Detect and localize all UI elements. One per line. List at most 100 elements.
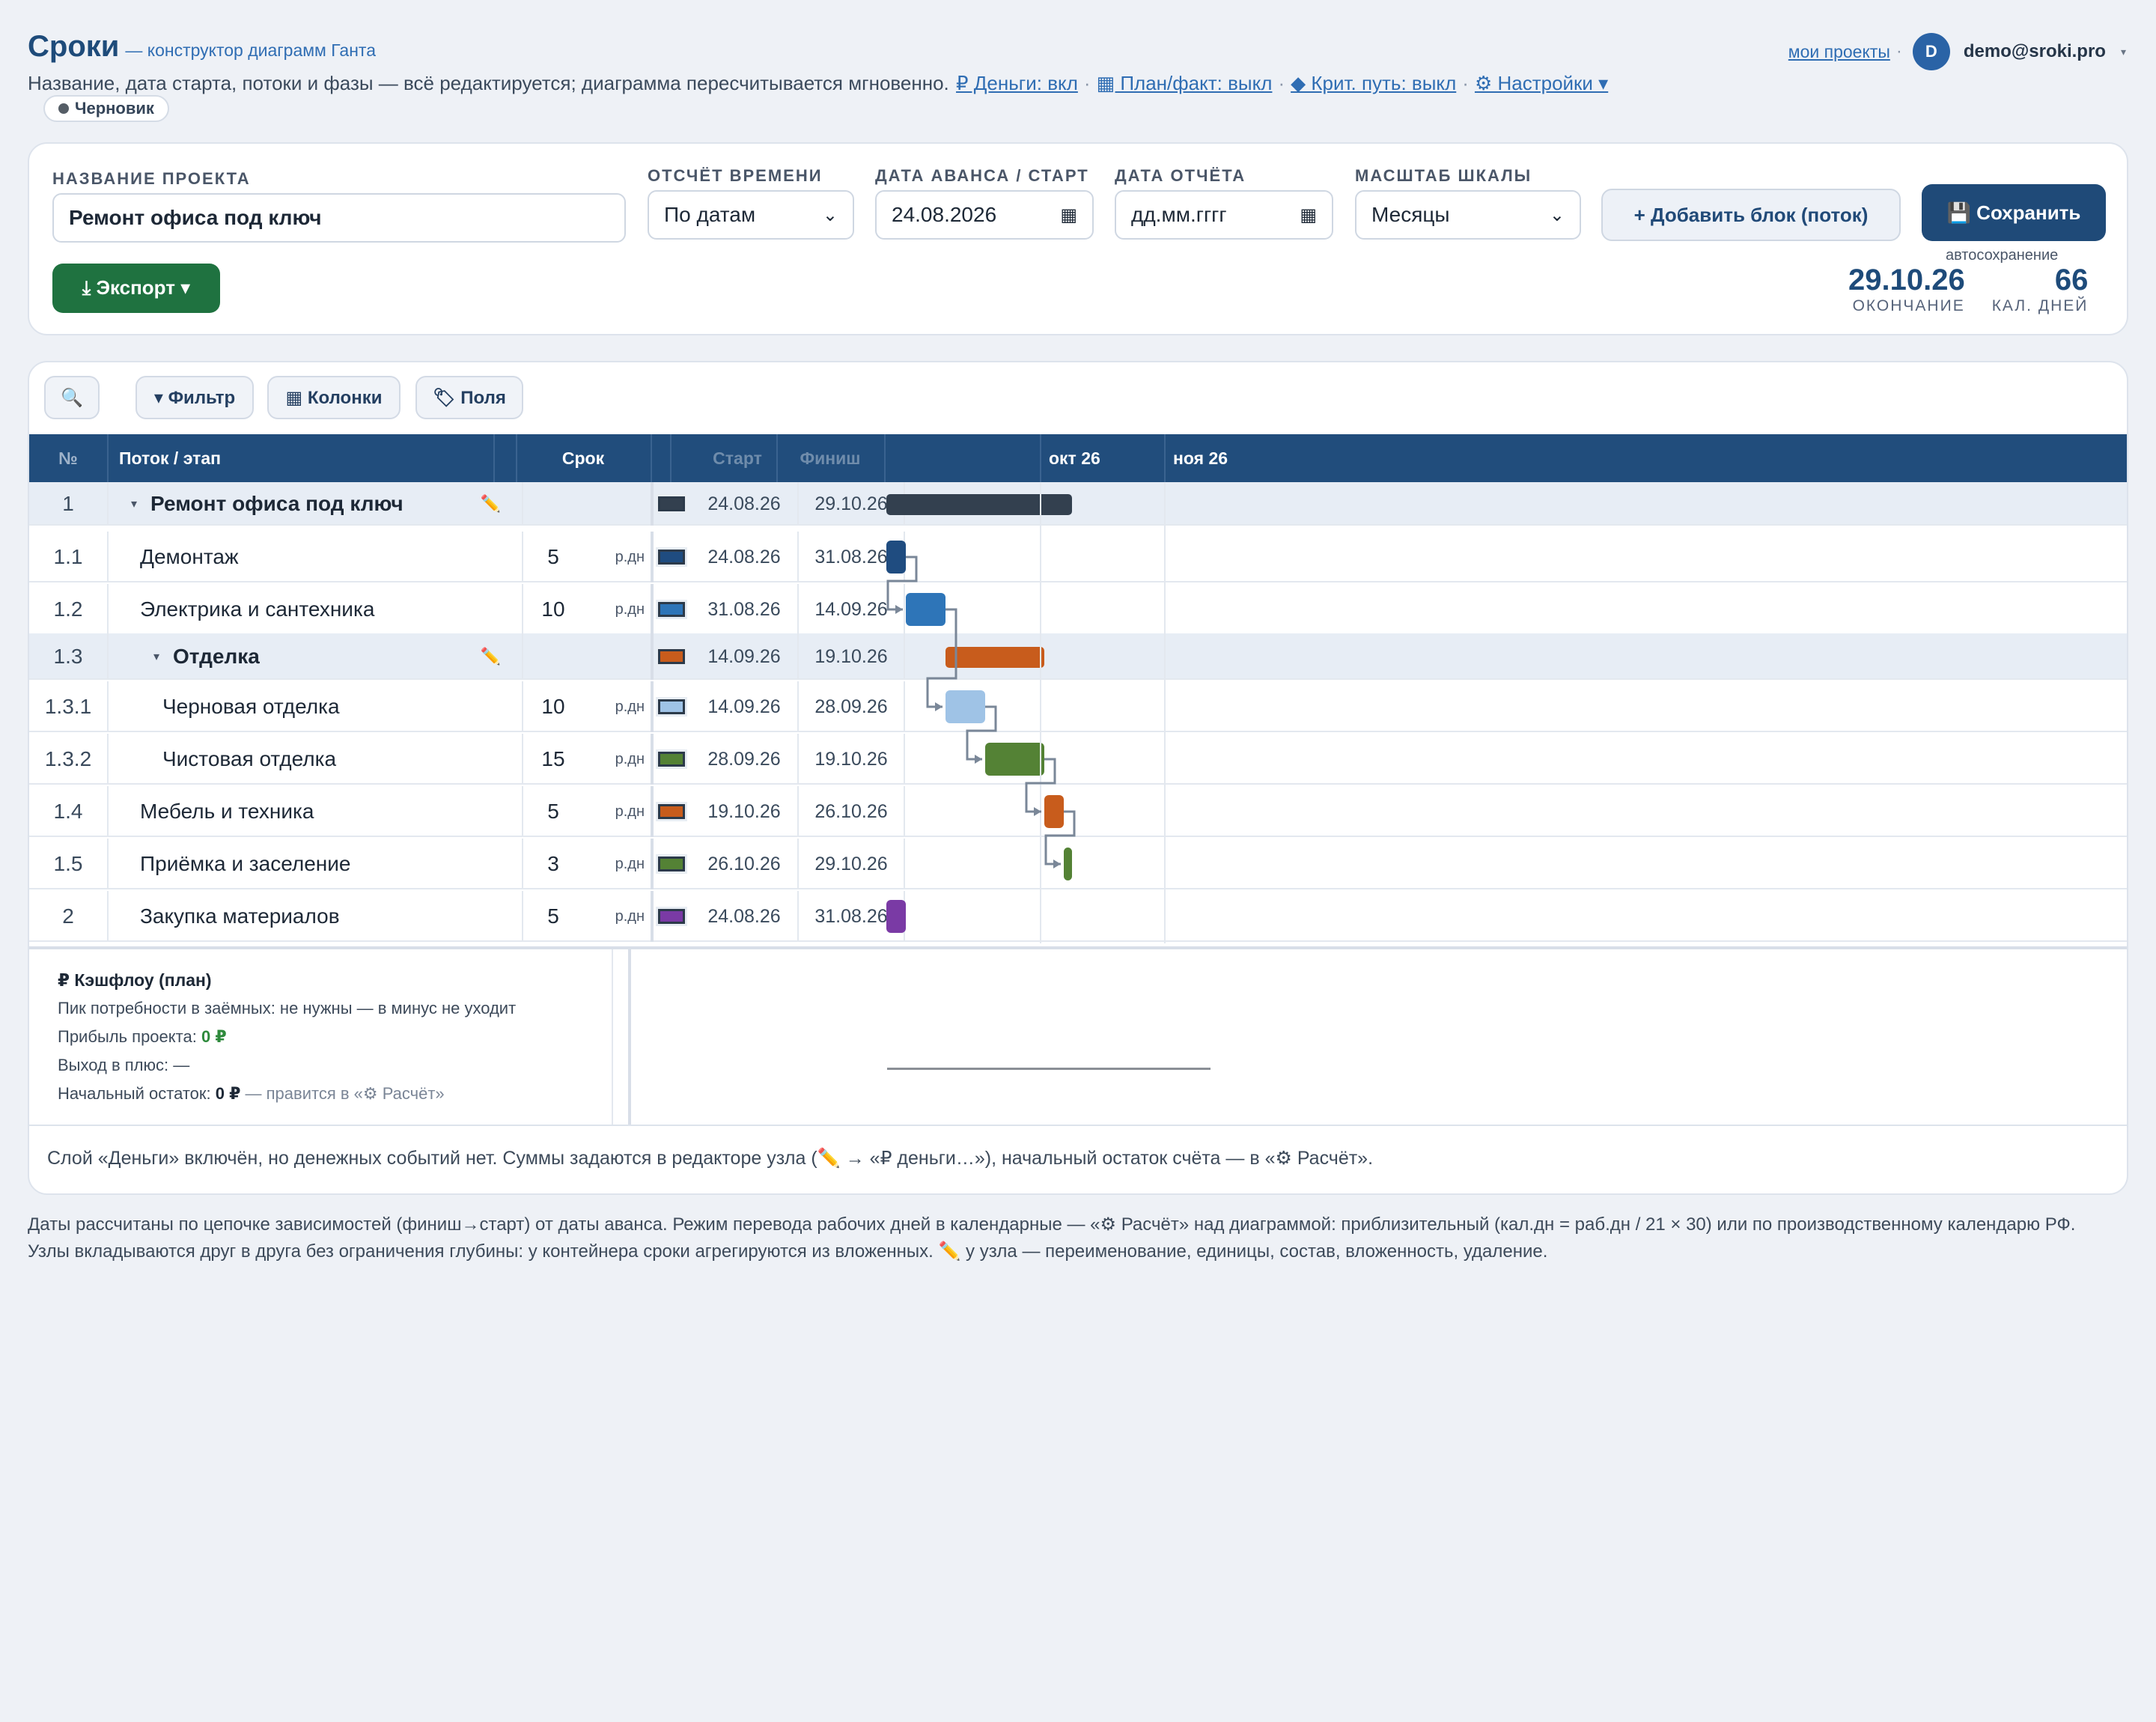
edit-icon[interactable]: ✏️ bbox=[481, 647, 501, 666]
row-start: 14.09.26 bbox=[707, 645, 781, 667]
save-button[interactable]: 💾 Сохранить bbox=[1922, 184, 2106, 241]
status-dot-icon bbox=[58, 103, 69, 114]
task-bar[interactable] bbox=[886, 541, 906, 574]
user-email[interactable]: demo@sroki.pro bbox=[1964, 41, 2106, 62]
add-block-button[interactable]: + Добавить блок (поток) bbox=[1601, 189, 1901, 241]
row-name-cell[interactable]: Электрика и сантехника bbox=[107, 584, 523, 635]
row-number: 1.3.1 bbox=[44, 695, 92, 718]
my-projects-link[interactable]: мои проекты bbox=[1788, 42, 1890, 62]
color-swatch[interactable] bbox=[656, 647, 687, 666]
search-button[interactable]: 🔍 bbox=[44, 376, 100, 419]
avatar[interactable]: D bbox=[1912, 33, 1950, 70]
row-name-cell[interactable]: Мебель и техника bbox=[107, 786, 523, 837]
row-name-cell[interactable]: Закупка материалов bbox=[107, 891, 523, 942]
cashflow-summary: ₽ Кэшфлоу (план) Пик потребности в заёмн… bbox=[58, 966, 516, 1108]
header-finish[interactable]: Финиш bbox=[776, 434, 884, 482]
row-name-cell[interactable]: ▾ Ремонт офиса под ключ ✏️ bbox=[107, 482, 523, 526]
row-color-cell[interactable] bbox=[651, 633, 689, 680]
color-swatch[interactable] bbox=[656, 600, 687, 619]
gantt-card: 🔍 ▾ Фильтр ▦ Колонки 🏷 Поля № Поток / эт… bbox=[28, 361, 2128, 1195]
row-color-cell[interactable] bbox=[651, 532, 689, 582]
task-row[interactable]: 2 Закупка материалов 5 р.дн 24.08.26 31.08.26 bbox=[29, 891, 2127, 942]
row-name-cell[interactable]: Демонтаж bbox=[107, 532, 523, 582]
row-duration[interactable]: 5 bbox=[523, 532, 583, 582]
row-color-cell[interactable] bbox=[651, 839, 689, 889]
export-button[interactable]: ⤓ Экспорт ▾ bbox=[52, 264, 220, 313]
summary-bar[interactable] bbox=[945, 647, 1044, 668]
task-bar[interactable] bbox=[985, 743, 1044, 776]
row-duration[interactable] bbox=[523, 633, 583, 680]
group-row[interactable]: 1 ▾ Ремонт офиса под ключ ✏️ 24.08.26 29.10.2… bbox=[29, 482, 2127, 526]
row-unit bbox=[583, 482, 649, 526]
row-duration[interactable]: 10 bbox=[523, 681, 583, 732]
task-row[interactable]: 1.4 Мебель и техника 5 р.дн 19.10.26 26.10.26 bbox=[29, 786, 2127, 837]
cashflow-line bbox=[887, 1068, 1211, 1070]
row-duration[interactable]: 5 bbox=[523, 891, 583, 942]
task-row[interactable]: 1.3.1 Черновая отделка 10 р.дн 14.09.26 28.09… bbox=[29, 681, 2127, 732]
scale-select[interactable]: Месяцы ⌄ bbox=[1355, 190, 1581, 240]
row-name-cell[interactable]: Приёмка и заселение bbox=[107, 839, 523, 889]
row-duration[interactable] bbox=[523, 482, 583, 526]
collapse-toggle-icon[interactable]: ▾ bbox=[153, 649, 159, 664]
row-color-cell[interactable] bbox=[651, 891, 689, 942]
collapse-toggle-icon[interactable]: ▾ bbox=[131, 496, 137, 511]
columns-button[interactable]: ▦ Колонки bbox=[267, 376, 401, 419]
time-mode-select[interactable]: По датам ⌄ bbox=[648, 190, 854, 240]
filter-button[interactable]: ▾ Фильтр bbox=[135, 376, 254, 419]
header-name[interactable]: Поток / этап bbox=[119, 434, 221, 482]
scale-label: МАСШТАБ ШКАЛЫ bbox=[1355, 166, 1532, 185]
settings-menu[interactable]: ⚙ Настройки ▾ bbox=[1475, 72, 1608, 94]
calendar-icon[interactable]: ▦ bbox=[1300, 204, 1317, 226]
color-swatch[interactable] bbox=[656, 907, 687, 926]
row-finish: 19.10.26 bbox=[797, 633, 905, 680]
calendar-icon[interactable]: ▦ bbox=[1060, 204, 1077, 226]
start-date-input[interactable]: 24.08.2026 ▦ bbox=[875, 190, 1094, 240]
edit-icon[interactable]: ✏️ bbox=[481, 494, 501, 514]
fields-button[interactable]: 🏷 Поля bbox=[415, 376, 523, 419]
row-start: 31.08.26 bbox=[707, 598, 781, 620]
row-color-cell[interactable] bbox=[651, 584, 689, 635]
row-duration[interactable]: 10 bbox=[523, 584, 583, 635]
task-row[interactable]: 1.2 Электрика и сантехника 10 р.дн 31.08.26 1… bbox=[29, 584, 2127, 635]
row-name-cell[interactable]: Черновая отделка bbox=[107, 681, 523, 732]
summary-bar[interactable] bbox=[886, 494, 1072, 515]
money-toggle[interactable]: ₽ Деньги: вкл bbox=[956, 72, 1078, 94]
task-bar[interactable] bbox=[886, 900, 906, 933]
cashflow-note: Слой «Деньги» включён, но денежных событ… bbox=[47, 1148, 1374, 1169]
row-unit: р.дн bbox=[615, 698, 645, 715]
report-date-input[interactable]: дд.мм.гггг ▦ bbox=[1115, 190, 1333, 240]
row-start: 28.09.26 bbox=[707, 748, 781, 770]
color-swatch[interactable] bbox=[656, 494, 687, 514]
header-subtitle: Название, дата старта, потоки и фазы — в… bbox=[28, 72, 949, 94]
row-duration[interactable]: 3 bbox=[523, 839, 583, 889]
task-row[interactable]: 1.5 Приёмка и заселение 3 р.дн 26.10.26 29.10… bbox=[29, 839, 2127, 889]
row-name: Отделка bbox=[173, 645, 260, 668]
color-swatch[interactable] bbox=[656, 697, 687, 717]
plan-fact-toggle[interactable]: ▦ План/факт: выкл bbox=[1097, 72, 1273, 94]
project-name-input[interactable]: Ремонт офиса под ключ bbox=[52, 193, 626, 243]
row-color-cell[interactable] bbox=[651, 734, 689, 785]
task-row[interactable]: 1.1 Демонтаж 5 р.дн 24.08.26 31.08.26 bbox=[29, 532, 2127, 582]
row-color-cell[interactable] bbox=[651, 482, 689, 526]
task-bar[interactable] bbox=[1044, 795, 1064, 828]
chevron-down-icon[interactable]: ▾ bbox=[2121, 46, 2126, 58]
task-bar[interactable] bbox=[1064, 848, 1072, 880]
task-row[interactable]: 1.3.2 Чистовая отделка 15 р.дн 28.09.26 19.10… bbox=[29, 734, 2127, 785]
color-swatch[interactable] bbox=[656, 802, 687, 821]
task-bar[interactable] bbox=[945, 690, 985, 723]
row-duration[interactable]: 15 bbox=[523, 734, 583, 785]
color-swatch[interactable] bbox=[656, 547, 687, 567]
row-duration[interactable]: 5 bbox=[523, 786, 583, 837]
start-date-label: ДАТА АВАНСА / СТАРТ bbox=[875, 166, 1089, 185]
row-name-cell[interactable]: ▾ Отделка ✏️ bbox=[107, 633, 523, 680]
group-row[interactable]: 1.3 ▾ Отделка ✏️ 14.09.26 19.10.26 bbox=[29, 633, 2127, 680]
row-name-cell[interactable]: Чистовая отделка bbox=[107, 734, 523, 785]
header-duration[interactable]: Срок bbox=[516, 434, 651, 482]
color-swatch[interactable] bbox=[656, 749, 687, 769]
color-swatch[interactable] bbox=[656, 854, 687, 874]
user-menu[interactable]: мои проекты · D demo@sroki.pro ▾ bbox=[1788, 33, 2126, 70]
row-color-cell[interactable] bbox=[651, 681, 689, 732]
critical-path-toggle[interactable]: ◆ Крит. путь: выкл bbox=[1291, 72, 1456, 94]
row-color-cell[interactable] bbox=[651, 786, 689, 837]
task-bar[interactable] bbox=[906, 593, 945, 626]
